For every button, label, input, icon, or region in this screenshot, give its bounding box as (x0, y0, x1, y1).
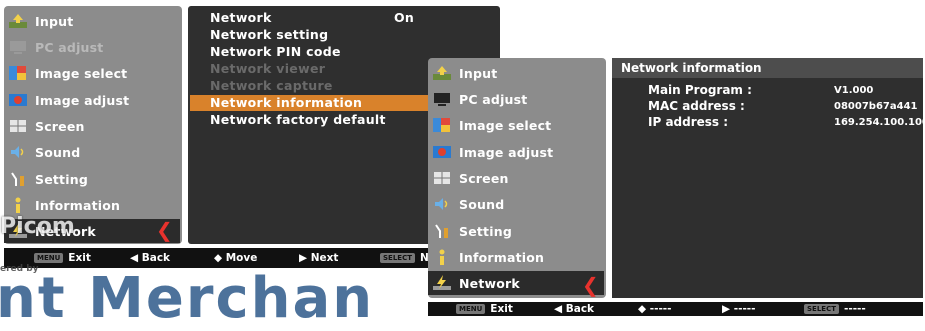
right-move-hint[interactable]: ◆ ----- (638, 303, 672, 315)
submenu-item-network-pin-code[interactable]: Network PIN code (210, 44, 341, 60)
menu-item-pc-adjust: PC adjust (8, 35, 103, 59)
setting-icon (432, 222, 452, 240)
right-menu-item-setting[interactable]: Setting (432, 219, 512, 243)
input-icon (8, 12, 28, 30)
information-icon (8, 196, 28, 214)
submenu-item-network-setting[interactable]: Network setting (210, 27, 328, 43)
watermark-big: nt Merchan (0, 266, 375, 331)
menu-item-screen[interactable]: Screen (8, 114, 85, 138)
right-next-hint[interactable]: ▶ ----- (722, 303, 756, 315)
right-menu-item-pc-adjust[interactable]: PC adjust (432, 87, 527, 111)
select-key-icon: SELECT (380, 253, 415, 263)
image-select-icon (8, 64, 28, 82)
right-menu-item-image-adjust[interactable]: Image adjust (432, 140, 553, 164)
info-value-ip-address: 169.254.100.100 (834, 117, 925, 128)
right-selection-arrow-icon: ❮ (582, 273, 599, 297)
menu-item-image-select[interactable]: Image select (8, 61, 127, 85)
menu-item-image-adjust[interactable]: Image adjust (8, 88, 129, 112)
image-select-icon (432, 116, 452, 134)
info-value-mac-address: 08007b67a441 (834, 101, 918, 112)
screen-icon (8, 117, 28, 135)
right-exit-hint[interactable]: MENU Exit (456, 303, 513, 315)
info-label-mac-address: MAC address : (648, 99, 745, 113)
select-key-icon: SELECT (804, 304, 839, 314)
right-menu-item-network[interactable]: Network (428, 271, 604, 295)
menu-key-icon: MENU (456, 304, 486, 314)
submenu-item-network-viewer: Network viewer (210, 61, 326, 76)
information-icon (432, 248, 452, 266)
left-exit-hint[interactable]: MENU Exit (34, 252, 91, 264)
input-icon (432, 64, 452, 82)
menu-item-sound[interactable]: Sound (8, 140, 80, 164)
setting-icon (8, 170, 28, 188)
network-information-panel: Network information Main Program : V1.00… (612, 58, 925, 298)
image-adjust-icon (8, 91, 28, 109)
submenu-network-header[interactable]: Network On (210, 10, 440, 26)
right-menu-item-screen[interactable]: Screen (432, 166, 509, 190)
info-label-main-program: Main Program : (648, 83, 752, 97)
left-back-hint[interactable]: ◀ Back (130, 252, 170, 264)
right-menu-item-input[interactable]: Input (432, 61, 497, 85)
submenu-item-network-capture: Network capture (210, 78, 333, 93)
right-back-hint[interactable]: ◀ Back (554, 303, 594, 315)
menu-item-setting[interactable]: Setting (8, 167, 88, 191)
right-bottom-bar: MENU Exit ◀ Back ◆ ----- ▶ ----- SELECT … (428, 302, 923, 316)
info-panel-title: Network information (612, 58, 923, 78)
left-selection-arrow-icon: ❮ (156, 218, 173, 242)
screen-icon (432, 169, 452, 187)
menu-key-icon: MENU (34, 253, 64, 263)
network-icon (432, 274, 452, 292)
right-menu-item-sound[interactable]: Sound (432, 192, 504, 216)
pc-adjust-icon (8, 38, 28, 56)
image-adjust-icon (432, 143, 452, 161)
sound-icon (432, 195, 452, 213)
left-bottom-bar: MENU Exit ◀ Back ◆ Move ▶ Next SELECT N (4, 248, 429, 268)
info-label-ip-address: IP address : (648, 115, 729, 129)
right-select-hint[interactable]: SELECT ----- (804, 303, 866, 315)
sound-icon (8, 143, 28, 161)
watermark-top: Picom (0, 214, 75, 239)
pc-adjust-icon (432, 90, 452, 108)
submenu-item-network-information[interactable]: Network information (190, 95, 446, 111)
left-main-menu: Input PC adjust Image select Image adjus… (4, 6, 182, 244)
right-main-menu: Input PC adjust Image select Image adjus… (428, 58, 606, 298)
info-value-main-program: V1.000 (834, 85, 874, 96)
left-move-hint[interactable]: ◆ Move (214, 252, 257, 264)
right-menu-item-image-select[interactable]: Image select (432, 113, 551, 137)
menu-item-input[interactable]: Input (8, 9, 73, 33)
left-next-hint[interactable]: ▶ Next (299, 252, 338, 264)
left-select-hint[interactable]: SELECT N (380, 252, 429, 264)
network-status-value: On (394, 10, 415, 25)
submenu-item-network-factory-default[interactable]: Network factory default (210, 112, 386, 128)
right-menu-item-information[interactable]: Information (432, 245, 544, 269)
